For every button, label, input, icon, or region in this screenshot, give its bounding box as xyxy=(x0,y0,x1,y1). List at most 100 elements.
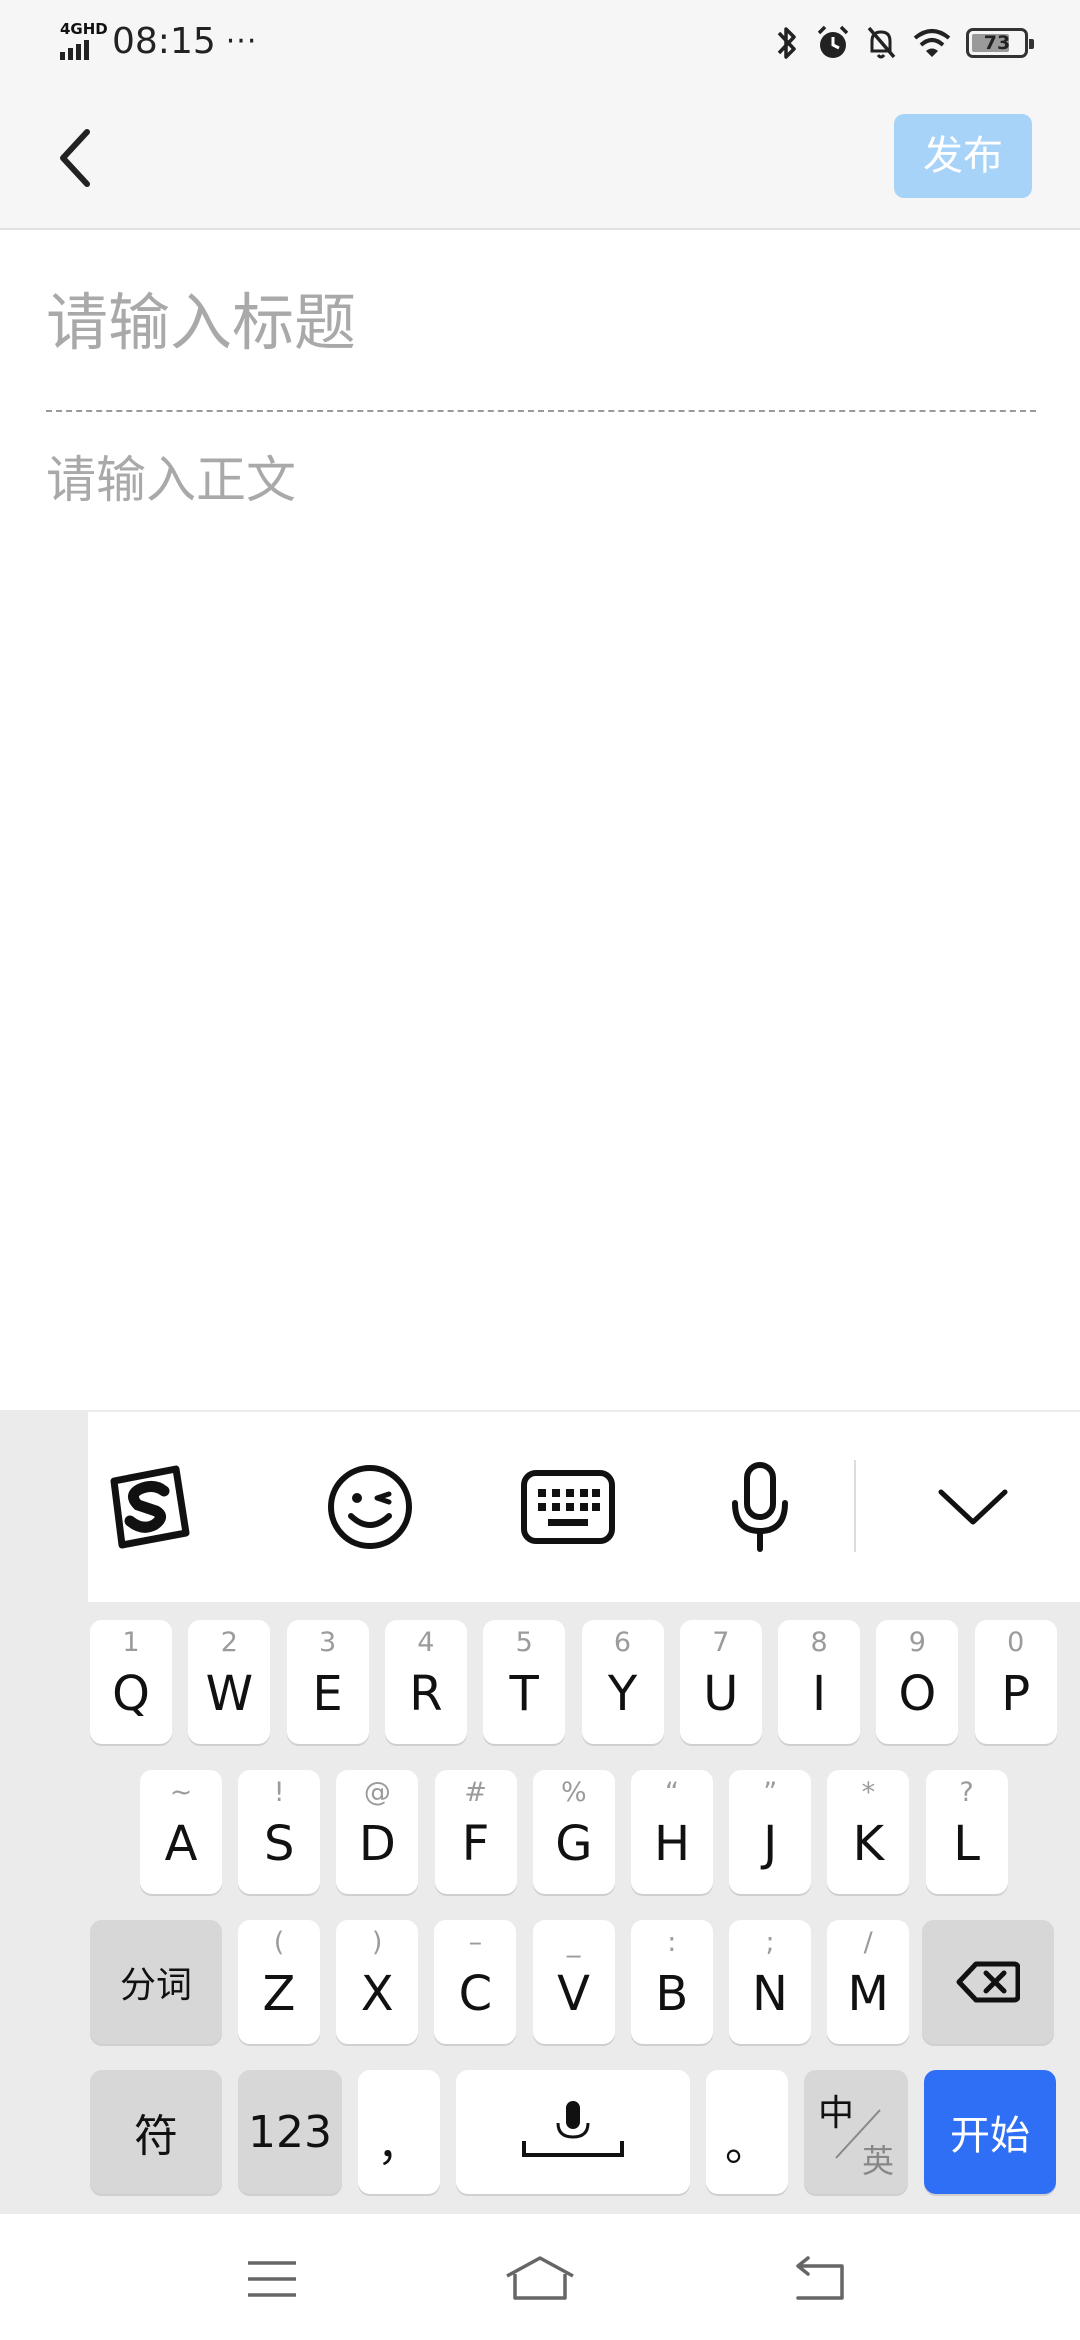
key-hint: 7 xyxy=(712,1627,730,1658)
key-label: Q xyxy=(112,1666,150,1722)
key-r[interactable]: 4R xyxy=(384,1620,467,1744)
key-q[interactable]: 1Q xyxy=(90,1620,172,1744)
key-hint: ( xyxy=(273,1927,285,1958)
system-back-button[interactable] xyxy=(762,2244,882,2314)
key-label: M xyxy=(847,1966,889,2022)
key-hint: – xyxy=(468,1927,483,1958)
key-label: L xyxy=(953,1816,980,1872)
key-label: G xyxy=(555,1816,593,1872)
key-hint: 2 xyxy=(220,1627,238,1658)
key-d[interactable]: @ D xyxy=(336,1770,419,1894)
key-label: O xyxy=(898,1666,937,1722)
key-c[interactable]: – C xyxy=(434,1920,517,2044)
key-b[interactable]: :B xyxy=(630,1920,713,2044)
key-hint: 4 xyxy=(417,1627,435,1658)
key-f[interactable]: # F xyxy=(434,1770,517,1894)
key-hint: @ xyxy=(363,1777,391,1808)
key-hint: ) xyxy=(371,1927,383,1958)
key-hint: % xyxy=(560,1777,587,1808)
numbers-key[interactable]: 123 xyxy=(238,2070,342,2194)
key-z[interactable]: (Z xyxy=(238,1920,320,2044)
key-t[interactable]: 5T xyxy=(483,1620,566,1744)
key-l[interactable]: ? L xyxy=(925,1770,1008,1894)
emoji-icon xyxy=(328,1465,412,1549)
key-label: N xyxy=(752,1966,788,2022)
back-button[interactable] xyxy=(40,118,110,198)
key-hint: 8 xyxy=(810,1627,828,1658)
backspace-key[interactable] xyxy=(922,1920,1054,2044)
system-nav-bar xyxy=(0,2214,1080,2340)
key-u[interactable]: 7U xyxy=(679,1620,762,1744)
key-e[interactable]: 3E xyxy=(286,1620,369,1744)
key-hint: 6 xyxy=(613,1627,632,1658)
key-g[interactable]: % G xyxy=(532,1770,615,1894)
key-x[interactable]: ) X xyxy=(336,1920,419,2044)
key-label: V xyxy=(557,1966,591,2022)
key-hint: / xyxy=(863,1927,873,1958)
sogou-logo-icon xyxy=(110,1465,190,1549)
key-label: K xyxy=(852,1816,885,1872)
battery-icon: 73 xyxy=(966,28,1034,58)
sogou-logo-button[interactable] xyxy=(88,1412,208,1602)
chevron-left-icon xyxy=(60,129,90,187)
numbers-key-label: 123 xyxy=(248,2106,332,2158)
alarm-icon xyxy=(817,25,849,58)
key-label: T xyxy=(509,1666,539,1722)
battery-level: 73 xyxy=(983,32,1011,54)
bluetooth-icon xyxy=(777,27,796,59)
key-hint: ; xyxy=(765,1927,775,1958)
segment-key[interactable]: 分词 xyxy=(90,1920,222,2044)
comma-key[interactable]: ， xyxy=(358,2070,440,2194)
microphone-icon xyxy=(732,1462,788,1552)
mute-icon xyxy=(867,26,896,59)
key-v[interactable]: _ V xyxy=(532,1920,615,2044)
key-h[interactable]: “H xyxy=(631,1770,713,1894)
clock: 08:15 xyxy=(112,21,216,62)
lang-bottom-label: 英 xyxy=(861,2142,894,2180)
keyboard-toolbar xyxy=(88,1412,1080,1602)
enter-key[interactable]: 开始 xyxy=(924,2070,1056,2194)
key-label: J xyxy=(763,1816,778,1872)
home-button[interactable] xyxy=(480,2244,600,2314)
space-voice-icon xyxy=(522,2101,624,2157)
menu-button[interactable] xyxy=(212,2244,332,2314)
key-i[interactable]: 8I xyxy=(778,1620,861,1744)
more-notifications: ··· xyxy=(225,24,258,59)
key-label: P xyxy=(1001,1666,1031,1722)
emoji-button[interactable] xyxy=(320,1412,420,1602)
key-hint: 9 xyxy=(908,1627,926,1658)
cellular-signal-icon: 4GHD xyxy=(58,20,108,64)
key-s[interactable]: ! S xyxy=(238,1770,321,1894)
menu-icon xyxy=(248,2261,296,2297)
voice-input-button[interactable] xyxy=(710,1412,810,1602)
key-o[interactable]: 9O xyxy=(876,1620,959,1744)
nav-bar: 发布 xyxy=(0,84,1080,230)
key-hint: ” xyxy=(763,1777,778,1808)
space-key[interactable] xyxy=(456,2070,690,2194)
title-input[interactable]: 请输入标题 xyxy=(46,268,1036,378)
key-k[interactable]: * K xyxy=(827,1770,910,1894)
period-key[interactable]: 。 xyxy=(706,2070,788,2194)
language-switch-key[interactable]: 中 英 xyxy=(804,2070,908,2194)
body-input[interactable]: 请输入正文 xyxy=(46,440,1036,520)
home-icon xyxy=(506,2256,574,2300)
keyboard-switch-button[interactable] xyxy=(508,1412,628,1602)
publish-button[interactable]: 发布 xyxy=(894,114,1032,198)
network-type: 4GHD xyxy=(60,20,108,38)
key-n[interactable]: ; N xyxy=(729,1920,811,2044)
key-j[interactable]: ” J xyxy=(729,1770,812,1894)
symbols-key[interactable]: 符 xyxy=(90,2070,222,2194)
collapse-keyboard-button[interactable] xyxy=(918,1412,1028,1602)
key-label: D xyxy=(358,1816,396,1872)
key-y[interactable]: 6Y xyxy=(581,1620,664,1744)
key-hint: 3 xyxy=(319,1627,337,1658)
key-label: I xyxy=(812,1666,827,1722)
key-label: F xyxy=(461,1816,490,1872)
key-label: C xyxy=(458,1966,493,2022)
chevron-down-icon xyxy=(938,1489,1008,1525)
key-p[interactable]: 0P xyxy=(974,1620,1057,1744)
soft-keyboard: 1Q2W3E4R5T6Y7U8I9O0P ~ A! S @ D # F% G “H” J * K? L … xyxy=(0,1410,1080,2214)
key-a[interactable]: ~ A xyxy=(140,1770,222,1894)
key-w[interactable]: 2W xyxy=(188,1620,271,1744)
key-m[interactable]: / M xyxy=(827,1920,910,2044)
